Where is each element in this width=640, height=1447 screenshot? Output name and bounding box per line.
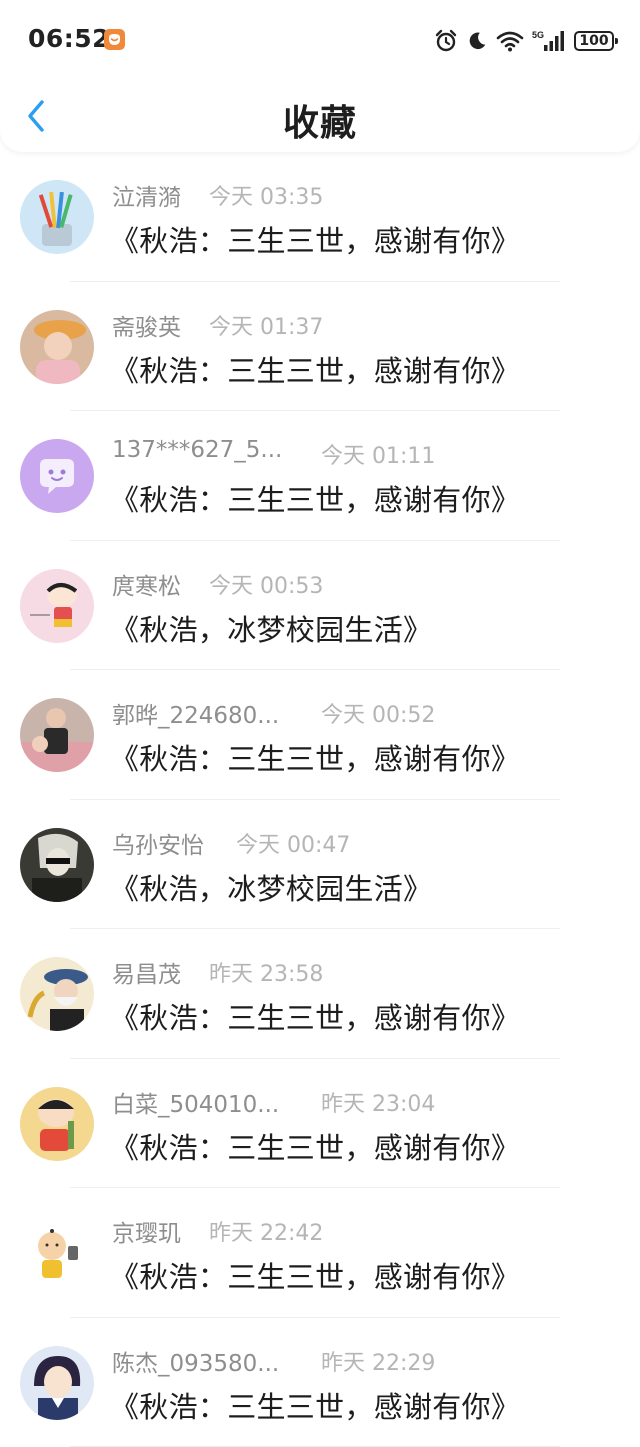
- timestamp: 昨天 22:29: [321, 1345, 435, 1377]
- article-title: 《秋浩，冰梦校园生活》: [110, 607, 432, 649]
- timestamp: 今天 01:37: [209, 309, 323, 341]
- timestamp: 今天 03:35: [209, 179, 323, 211]
- list-item[interactable]: 京璎玑 昨天 22:42 《秋浩：三生三世，感谢有你》: [0, 1188, 640, 1318]
- avatar[interactable]: [20, 957, 94, 1031]
- list-item[interactable]: 陈杰_093580... 昨天 22:29 《秋浩：三生三世，感谢有你》: [0, 1318, 640, 1447]
- list-item[interactable]: 137***627_5... 今天 01:11 《秋浩：三生三世，感谢有你》: [0, 411, 640, 541]
- svg-text:5G: 5G: [532, 30, 544, 40]
- list-item[interactable]: 泣清漪 今天 03:35 《秋浩：三生三世，感谢有你》: [0, 152, 640, 282]
- cellular-5g-icon: 5G: [532, 29, 566, 53]
- list-item[interactable]: 易昌茂 昨天 23:58 《秋浩：三生三世，感谢有你》: [0, 929, 640, 1059]
- user-name: 庹寒松: [112, 567, 181, 601]
- timestamp: 今天 00:52: [321, 697, 435, 729]
- timestamp: 今天 00:53: [209, 568, 323, 600]
- user-name: 郭晔_224680...: [112, 696, 279, 730]
- article-title: 《秋浩：三生三世，感谢有你》: [110, 1254, 520, 1296]
- user-name: 137***627_5...: [112, 437, 282, 463]
- timestamp: 昨天 23:04: [321, 1086, 435, 1118]
- favorites-list: 泣清漪 今天 03:35 《秋浩：三生三世，感谢有你》 斋骏英 今天 01:37…: [0, 152, 640, 1447]
- user-name: 斋骏英: [112, 308, 181, 342]
- article-title: 《秋浩：三生三世，感谢有你》: [110, 218, 520, 260]
- avatar[interactable]: [20, 828, 94, 902]
- article-title: 《秋浩：三生三世，感谢有你》: [110, 1384, 520, 1426]
- article-title: 《秋浩：三生三世，感谢有你》: [110, 348, 520, 390]
- article-title: 《秋浩，冰梦校园生活》: [110, 866, 432, 908]
- nav-bar: 收藏: [0, 80, 640, 152]
- list-item[interactable]: 白菜_504010... 昨天 23:04 《秋浩：三生三世，感谢有你》: [0, 1059, 640, 1189]
- app-header: 06:52 5G: [0, 0, 640, 152]
- user-name: 泣清漪: [112, 178, 181, 212]
- article-title: 《秋浩：三生三世，感谢有你》: [110, 736, 520, 778]
- page-title: 收藏: [0, 94, 640, 146]
- timestamp: 昨天 22:42: [209, 1215, 323, 1247]
- avatar[interactable]: [20, 180, 94, 254]
- user-name: 白菜_504010...: [112, 1085, 279, 1119]
- timestamp: 今天 01:11: [321, 438, 435, 470]
- app-notification-icon: [104, 29, 125, 50]
- user-name: 乌孙安怡: [112, 826, 204, 860]
- avatar[interactable]: [20, 439, 94, 513]
- status-time: 06:52: [28, 24, 110, 53]
- list-item[interactable]: 斋骏英 今天 01:37 《秋浩：三生三世，感谢有你》: [0, 282, 640, 412]
- list-item[interactable]: 郭晔_224680... 今天 00:52 《秋浩：三生三世，感谢有你》: [0, 670, 640, 800]
- user-name: 陈杰_093580...: [112, 1344, 279, 1378]
- avatar[interactable]: [20, 1087, 94, 1161]
- status-icons: 5G 100: [434, 26, 614, 56]
- battery-icon: 100: [574, 31, 614, 51]
- avatar[interactable]: [20, 569, 94, 643]
- user-name: 易昌茂: [112, 955, 181, 989]
- article-title: 《秋浩：三生三世，感谢有你》: [110, 477, 520, 519]
- avatar[interactable]: [20, 310, 94, 384]
- list-item[interactable]: 庹寒松 今天 00:53 《秋浩，冰梦校园生活》: [0, 541, 640, 671]
- list-item[interactable]: 乌孙安怡 今天 00:47 《秋浩，冰梦校园生活》: [0, 800, 640, 930]
- avatar[interactable]: [20, 1346, 94, 1420]
- battery-level: 100: [579, 33, 608, 49]
- timestamp: 今天 00:47: [236, 827, 350, 859]
- alarm-icon: [434, 29, 458, 53]
- avatar[interactable]: [20, 1216, 94, 1290]
- article-title: 《秋浩：三生三世，感谢有你》: [110, 995, 520, 1037]
- moon-icon: [466, 30, 488, 52]
- avatar[interactable]: [20, 698, 94, 772]
- article-title: 《秋浩：三生三世，感谢有你》: [110, 1125, 520, 1167]
- timestamp: 昨天 23:58: [209, 956, 323, 988]
- user-name: 京璎玑: [112, 1214, 181, 1248]
- status-bar: 06:52 5G: [0, 0, 640, 80]
- wifi-icon: [496, 30, 524, 52]
